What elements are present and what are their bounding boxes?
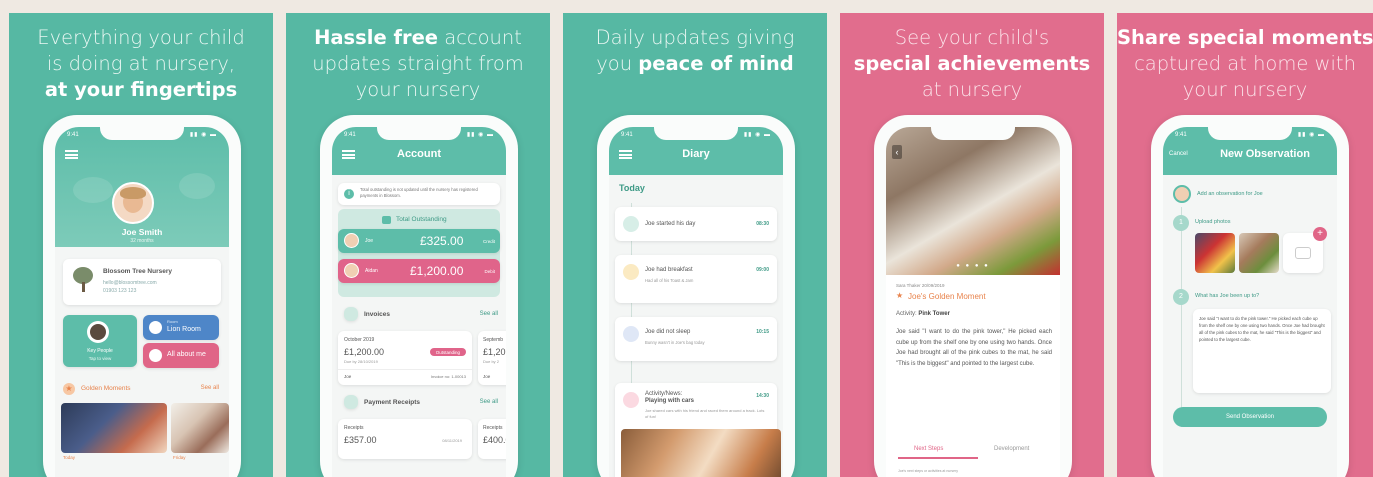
phone-mockup: 9:41 ▮▮ ◉ ▬ Diary Today Joe started his …: [597, 115, 795, 477]
star-icon: ★: [896, 291, 904, 300]
moment-body: Joe said "I want to do the pink tower," …: [896, 329, 1052, 367]
profile-header: 9:41 ▮▮ ◉ ▬ Joe Smith 32 months: [55, 127, 229, 247]
caption: Everything your child is doing at nurser…: [37, 26, 245, 101]
plus-icon[interactable]: +: [1313, 227, 1327, 241]
tree-icon: [71, 267, 95, 293]
status-icons: ▮▮ ◉ ▬: [1297, 132, 1325, 138]
star-icon: ★: [63, 383, 75, 395]
leaf-decoration: [179, 173, 215, 199]
caption: See your child's special achievements at…: [853, 26, 1091, 101]
section-title: Today: [619, 183, 645, 193]
avatar: [344, 233, 359, 248]
add-photo-button[interactable]: +: [1283, 227, 1327, 273]
uploaded-photo[interactable]: [1239, 233, 1279, 273]
tab-next-steps[interactable]: Next Steps: [914, 446, 943, 452]
credit-row[interactable]: Joe £325.00 Credit: [338, 229, 500, 253]
activity-icon: [623, 392, 639, 408]
step-number: 2: [1173, 289, 1189, 305]
golden-moment-photo[interactable]: [171, 403, 229, 453]
avatar: [344, 263, 359, 278]
step-number: 1: [1173, 215, 1189, 231]
status-icons: ▮▮ ◉ ▬: [743, 132, 771, 138]
page-title: New Observation: [1220, 148, 1310, 160]
invoice-card[interactable]: October 2019 £1,200.00 Due by 28/10/2019…: [338, 331, 472, 385]
tab-underline: [898, 457, 978, 459]
profile-age: 32 months: [130, 238, 154, 244]
cancel-button[interactable]: Cancel: [1169, 151, 1188, 157]
caption: Hassle free account updates straight fro…: [312, 26, 524, 101]
edit-icon: [149, 349, 162, 362]
profile-name: Joe Smith: [121, 227, 163, 237]
diary-entry[interactable]: Joe started his day 08:30: [615, 207, 777, 241]
caption: Share special moments captured at home w…: [1117, 26, 1373, 101]
key-people-card[interactable]: Key People Tap to view: [63, 315, 137, 367]
sun-icon: [623, 216, 639, 232]
receipts-icon: [344, 395, 358, 409]
sleep-icon: [623, 326, 639, 342]
status-icons: ▮▮ ◉ ▬: [189, 132, 217, 138]
golden-moment-photo[interactable]: [61, 403, 167, 453]
phone-mockup: ‹ ● ● ● ● Sara Thaker 20/09/2019 ★ Joe's…: [874, 115, 1072, 477]
avatar[interactable]: [112, 182, 154, 224]
uploaded-photo[interactable]: [1195, 233, 1235, 273]
diary-entry[interactable]: Joe had breakfast Had all of his Toast &…: [615, 255, 777, 303]
receipt-card[interactable]: Receipts £400.0: [478, 419, 506, 459]
notice-card: i Total outstanding is not updated until…: [338, 183, 500, 205]
page-title: Diary: [682, 148, 710, 160]
all-about-me-button[interactable]: All about me: [143, 343, 219, 368]
debit-row[interactable]: Aidan £1,200.00 Debit: [338, 259, 500, 283]
panel-share-moments: Share special moments captured at home w…: [1117, 13, 1373, 477]
room-card[interactable]: Room Lion Room: [143, 315, 219, 340]
invoices-icon: [344, 307, 358, 321]
avatar: [1173, 185, 1191, 203]
diary-entry[interactable]: Joe did not sleep Bunny wasn't in Joe's …: [615, 317, 777, 361]
panel-achievements: See your child's special achievements at…: [840, 13, 1104, 477]
panel-account: Hassle free account updates straight fro…: [286, 13, 550, 477]
camera-icon: [1295, 247, 1311, 259]
status-icons: ▮▮ ◉ ▬: [466, 132, 494, 138]
wallet-icon: [382, 216, 391, 224]
receipt-card[interactable]: Receipts £357.00 08/11/2019: [338, 419, 472, 459]
stepper-line: [1181, 207, 1182, 427]
activity-photo[interactable]: [621, 429, 781, 477]
info-icon: i: [344, 189, 354, 199]
panel-diary: Daily updates giving you peace of mind 9…: [563, 13, 827, 477]
achievement-photo[interactable]: ‹ ● ● ● ●: [886, 127, 1060, 275]
send-observation-button[interactable]: Send Observation: [1173, 407, 1327, 427]
phone-mockup: 9:41 ▮▮ ◉ ▬ Cancel New Observation Add a…: [1151, 115, 1349, 477]
status-badge: Outstanding: [429, 348, 466, 356]
leaf-decoration: [73, 177, 113, 203]
nursery-card[interactable]: Blossom Tree Nursery hello@blossomtree.c…: [63, 259, 221, 305]
page-title: Account: [397, 148, 441, 160]
diary-entry[interactable]: Activity/News: Playing with cars Joe sha…: [615, 383, 781, 477]
food-icon: [623, 264, 639, 280]
menu-icon[interactable]: [65, 150, 78, 159]
invoice-card[interactable]: Septemb £1,20 Due by 2 Joe: [478, 331, 506, 385]
room-icon: [149, 321, 162, 334]
tab-development[interactable]: Development: [994, 446, 1029, 452]
phone-mockup: 9:41 ▮▮ ◉ ▬ Account i Total outstanding …: [320, 115, 518, 477]
observation-textarea[interactable]: Joe said "I want to do the pink tower." …: [1193, 309, 1331, 393]
total-outstanding-box: Total Outstanding Joe £325.00 Credit Aid…: [338, 209, 500, 297]
moment-title: Joe's Golden Moment: [908, 292, 986, 301]
caption: Daily updates giving you peace of mind: [595, 26, 795, 75]
phone-mockup: 9:41 ▮▮ ◉ ▬ Joe Smith 32 months Blossom …: [43, 115, 241, 477]
back-arrow-icon[interactable]: ‹: [892, 145, 902, 159]
panel-fingertips: Everything your child is doing at nurser…: [9, 13, 273, 477]
carousel-dots: ● ● ● ●: [956, 263, 990, 269]
